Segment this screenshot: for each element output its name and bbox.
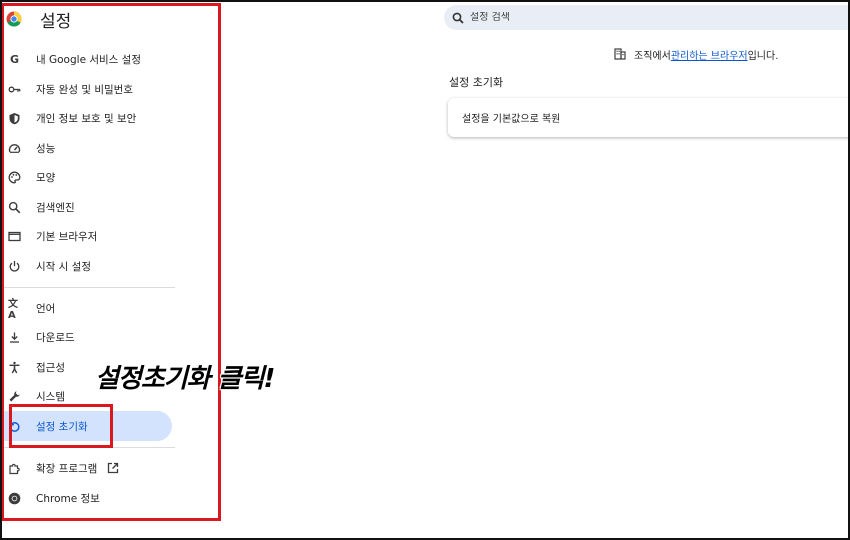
sidebar-divider: [0, 447, 175, 448]
sidebar-item-performance[interactable]: 성능: [0, 133, 172, 163]
sidebar-item-label: 언어: [36, 302, 56, 315]
reset-icon: [8, 420, 21, 433]
sidebar-item-label: 확장 프로그램: [36, 462, 98, 475]
sidebar-item-label: 모양: [36, 171, 56, 184]
sidebar-item-extensions[interactable]: 확장 프로그램: [0, 453, 172, 483]
annotation-callout: 설정초기화 클릭!: [95, 364, 275, 394]
sidebar-item-privacy[interactable]: 개인 정보 보호 및 보안: [0, 103, 172, 133]
speedometer-icon: [8, 142, 21, 155]
sidebar-item-downloads[interactable]: 다운로드: [0, 322, 172, 352]
key-icon: [8, 83, 21, 96]
sidebar-item-label: 시스템: [36, 390, 65, 403]
app-header: 설정: [6, 6, 71, 32]
power-icon: [8, 260, 21, 273]
restore-defaults-row[interactable]: 설정을 기본값으로 복원: [448, 98, 850, 137]
sidebar-item-appearance[interactable]: 모양: [0, 162, 172, 192]
sidebar-item-label: 개인 정보 보호 및 보안: [36, 112, 137, 125]
sidebar-item-autofill[interactable]: 자동 완성 및 비밀번호: [0, 74, 172, 104]
sidebar-item-label: 성능: [36, 142, 56, 155]
managed-browser-notice: 조직에서 관리하는 브라우저 입니다.: [614, 46, 778, 62]
chrome-logo-icon: [6, 11, 22, 27]
sidebar-item-label: 기본 브라우저: [36, 230, 98, 243]
sidebar-item-label: 자동 완성 및 비밀번호: [36, 83, 133, 96]
sidebar-item-reset-settings[interactable]: 설정 초기화: [0, 411, 172, 441]
translate-icon: 文A: [8, 299, 18, 321]
sidebar-item-search-engine[interactable]: 검색엔진: [0, 192, 172, 222]
building-icon: [614, 48, 626, 60]
sidebar-item-default-browser[interactable]: 기본 브라우저: [0, 221, 172, 251]
search-input[interactable]: [470, 12, 830, 23]
open-in-new-icon: [108, 462, 119, 474]
sidebar-item-label: 시작 시 설정: [36, 260, 91, 273]
palette-icon: [8, 171, 21, 184]
page-title: 설정: [40, 11, 72, 32]
google-g-icon: G: [9, 52, 20, 66]
sidebar-divider: [0, 287, 175, 288]
sidebar-item-about-chrome[interactable]: Chrome 정보: [0, 483, 172, 513]
sidebar-item-label: 내 Google 서비스 설정: [36, 53, 141, 66]
restore-defaults-label: 설정을 기본값으로 복원: [462, 114, 561, 125]
sidebar-item-label: 접근성: [36, 361, 65, 374]
sidebar-item-label: 검색엔진: [36, 201, 75, 214]
sidebar-item-languages[interactable]: 文A 언어: [0, 293, 172, 323]
sidebar-item-label: Chrome 정보: [36, 492, 100, 505]
search-icon: [8, 201, 21, 214]
chrome-logo-icon: [8, 492, 21, 505]
sidebar-item-google-services[interactable]: G 내 Google 서비스 설정: [0, 44, 172, 74]
sidebar-item-on-startup[interactable]: 시작 시 설정: [0, 251, 172, 281]
managed-text-prefix: 조직에서: [634, 50, 671, 62]
accessibility-icon: [8, 361, 21, 374]
sidebar-item-label: 다운로드: [36, 331, 75, 344]
shield-icon: [8, 112, 21, 125]
search-icon: [452, 12, 464, 24]
wrench-icon: [8, 390, 21, 403]
search-bar[interactable]: [444, 5, 850, 30]
section-title: 설정 초기화: [449, 76, 504, 89]
puzzle-icon: [8, 462, 21, 475]
download-icon: [8, 331, 21, 344]
browser-window-icon: [8, 230, 21, 243]
managed-browser-link[interactable]: 관리하는 브라우저: [671, 47, 748, 62]
sidebar-item-label: 설정 초기화: [36, 420, 88, 433]
managed-text-suffix: 입니다.: [747, 50, 779, 62]
